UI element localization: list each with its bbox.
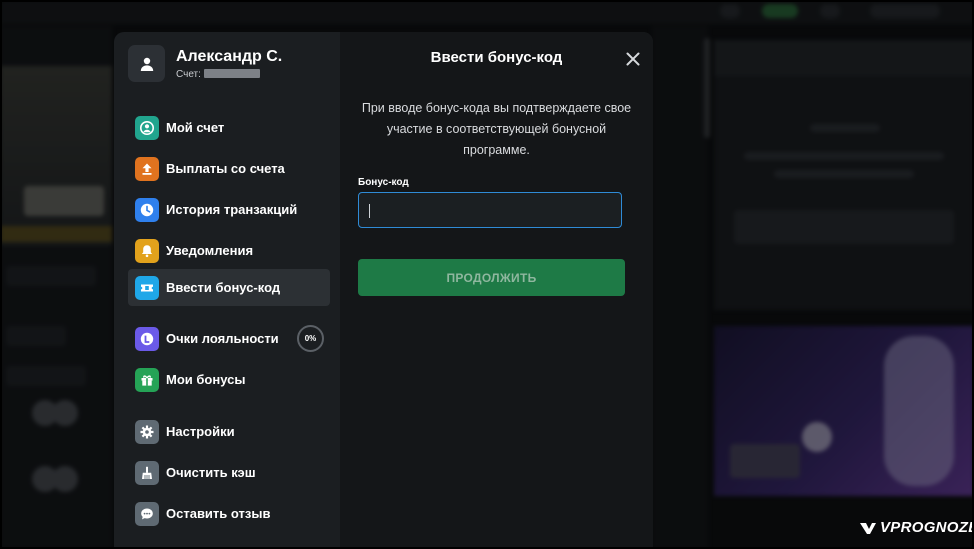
watermark: VPROGNOZE [858,519,974,536]
account-modal: Александр С. Счет: Мой счет Выплаты со сч… [114,32,653,549]
account-sidebar: Александр С. Счет: Мой счет Выплаты со сч… [114,32,340,549]
chat-icon [135,501,159,526]
user-icon [140,57,153,71]
upload-icon [135,156,159,181]
sidebar-item-label: Уведомления [166,243,254,258]
sidebar-item-user-circle[interactable]: Мой счет [128,109,330,146]
dialog-title: Ввести бонус-код [430,49,563,66]
sidebar-item-label: Оставить отзыв [166,506,271,521]
sidebar-item-gift[interactable]: Мои бонусы [128,361,330,398]
sidebar-item-upload[interactable]: Выплаты со счета [128,150,330,187]
text-caret [369,204,370,218]
watermark-text: VPROGNOZE [880,519,974,536]
sidebar-item-label: Ввести бонус-код [166,280,281,295]
sidebar-item-label: Мой счет [166,120,225,135]
sidebar-item-bell[interactable]: Уведомления [128,232,330,269]
user-name: Александр С. [176,48,283,65]
bonus-code-panel: Ввести бонус-код При вводе бонус-кода вы… [340,32,653,549]
sidebar-item-label: Мои бонусы [166,372,246,387]
sidebar-item-label: Настройки [166,424,235,439]
dialog-description: При вводе бонус-кода вы подтверждаете св… [361,101,632,157]
user-circle-icon [135,115,159,140]
continue-button[interactable]: ПРОДОЛЖИТЬ [358,259,625,296]
user-info: Александр С. Счет: [128,45,338,85]
bonus-code-label: Бонус-код [358,177,409,188]
watermark-logo-icon [860,522,876,534]
sidebar-item-gear[interactable]: Настройки [128,413,330,450]
loyalty-icon [135,326,159,351]
close-button[interactable] [624,50,642,68]
avatar [128,45,165,82]
loyalty-progress-badge: 0% [297,325,324,352]
sidebar-item-broom[interactable]: Очистить кэш [128,454,330,491]
sidebar-item-label: История транзакций [166,202,298,217]
sidebar-item-label: Выплаты со счета [166,161,285,176]
broom-icon [135,460,159,485]
bonus-code-field[interactable] [358,192,622,228]
gear-icon [135,419,159,444]
bonus-code-input[interactable] [359,193,621,227]
sidebar-item-label: Очистить кэш [166,465,256,480]
gift-icon [135,367,159,392]
close-icon [626,52,640,66]
sidebar-item-loyalty[interactable]: Очки лояльности 0% [128,320,330,357]
sidebar-item-chat[interactable]: Оставить отзыв [128,495,330,532]
account-number: Счет: [176,69,260,80]
sidebar-item-label: Очки лояльности [166,331,279,346]
ticket-icon [135,275,159,300]
masked-account-value [203,69,260,78]
sidebar-item-clock[interactable]: История транзакций [128,191,330,228]
sidebar-item-ticket[interactable]: Ввести бонус-код [128,269,330,306]
bell-icon [135,238,159,263]
clock-icon [135,197,159,222]
